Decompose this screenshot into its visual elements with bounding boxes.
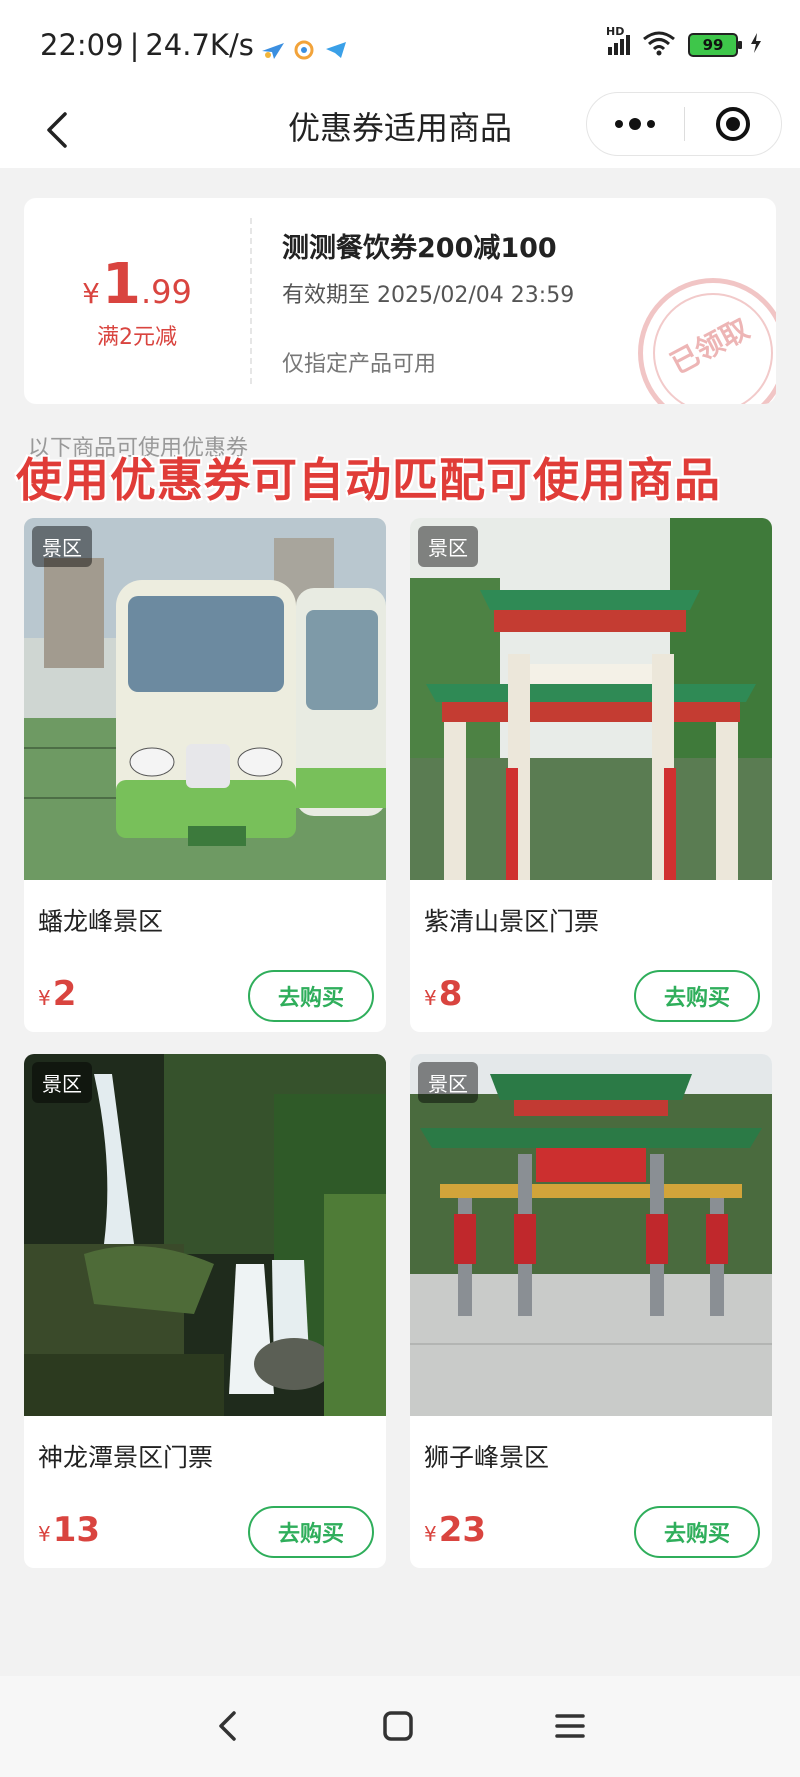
category-tag: 景区 xyxy=(32,526,92,567)
price-currency: ¥ xyxy=(38,986,51,1010)
coupon-amount-int: 1 xyxy=(101,251,141,317)
nav-bar: 优惠券适用商品 xyxy=(0,92,800,168)
product-image: 景区 xyxy=(24,518,386,880)
status-separator: | xyxy=(129,28,140,62)
product-card[interactable]: 景区 狮子峰景区 ¥ 23 去购买 xyxy=(410,1054,772,1568)
status-right: HD 99 xyxy=(606,25,762,60)
charging-icon xyxy=(750,32,762,58)
product-price: ¥ 8 xyxy=(424,974,462,1014)
product-price: ¥ 23 xyxy=(424,1510,486,1550)
product-price: ¥ 13 xyxy=(38,1510,100,1550)
coupon-price: ¥ 1 .99 xyxy=(82,252,192,317)
menu-icon xyxy=(555,1714,585,1738)
price-currency: ¥ xyxy=(38,1522,51,1546)
plane-icon xyxy=(260,34,286,59)
chevron-left-icon xyxy=(219,1711,236,1741)
more-button[interactable] xyxy=(587,93,684,155)
buy-button[interactable]: 去购买 xyxy=(248,970,374,1022)
product-image: 景区 xyxy=(24,1054,386,1416)
price-value: 13 xyxy=(52,1510,101,1550)
buy-button[interactable]: 去购买 xyxy=(634,1506,760,1558)
buy-button[interactable]: 去购买 xyxy=(248,1506,374,1558)
price-value: 2 xyxy=(52,974,77,1014)
coupon-currency: ¥ xyxy=(82,276,100,310)
product-image: 景区 xyxy=(410,518,772,880)
status-time: 22:09 xyxy=(40,28,124,62)
product-name: 狮子峰景区 xyxy=(424,1443,550,1472)
status-bar: 22:09 | 24.7K/s HD 99 xyxy=(0,0,800,92)
status-net-speed: 24.7K/s xyxy=(145,28,254,62)
nav-menu-button[interactable] xyxy=(540,1696,600,1756)
battery-icon: 99 xyxy=(688,33,742,57)
mini-program-capsule xyxy=(586,92,782,156)
square-icon xyxy=(383,1711,413,1741)
coupon-card: ¥ 1 .99 满2元减 测测餐饮券200减100 有效期至 2025/02/0… xyxy=(24,198,776,404)
price-value: 23 xyxy=(438,1510,487,1550)
coupon-condition: 满2元减 xyxy=(97,324,177,350)
buy-button[interactable]: 去购买 xyxy=(634,970,760,1022)
telegram-icon xyxy=(324,34,350,58)
product-image: 景区 xyxy=(410,1054,772,1416)
coupon-name: 测测餐饮券200减100 xyxy=(282,233,557,264)
overlay-caption: 使用优惠券可自动匹配可使用商品 xyxy=(16,453,721,507)
nav-back-button[interactable] xyxy=(198,1696,258,1756)
system-nav-bar xyxy=(0,1676,800,1777)
coupon-scope: 仅指定产品可用 xyxy=(282,352,437,377)
network-label: HD xyxy=(606,25,625,38)
price-currency: ¥ xyxy=(424,986,437,1010)
product-card[interactable]: 景区 紫清山景区门票 ¥ 8 去购买 xyxy=(410,518,772,1032)
nav-home-button[interactable] xyxy=(368,1696,428,1756)
product-name: 紫清山景区门票 xyxy=(424,907,600,936)
price-value: 8 xyxy=(438,974,463,1014)
category-tag: 景区 xyxy=(418,1062,478,1103)
status-left: 22:09 | 24.7K/s xyxy=(40,28,350,62)
coupon-divider xyxy=(250,218,252,384)
more-dots-icon xyxy=(615,118,656,130)
product-card[interactable]: 景区 蟠龙峰景区 ¥ 2 去购买 xyxy=(24,518,386,1032)
category-tag: 景区 xyxy=(418,526,478,567)
coupon-amount-dec: .99 xyxy=(140,272,192,311)
category-tag: 景区 xyxy=(32,1062,92,1103)
close-miniprogram-button[interactable] xyxy=(685,93,782,155)
signal-icon: HD xyxy=(606,25,630,55)
c-circle-icon xyxy=(292,34,318,60)
price-currency: ¥ xyxy=(424,1522,437,1546)
product-name: 蟠龙峰景区 xyxy=(38,907,164,936)
wifi-icon xyxy=(642,30,676,60)
battery-level: 99 xyxy=(702,36,724,54)
target-icon xyxy=(715,107,750,141)
product-card[interactable]: 景区 神龙潭景区门票 ¥ 13 去购买 xyxy=(24,1054,386,1568)
product-name: 神龙潭景区门票 xyxy=(38,1443,214,1472)
product-price: ¥ 2 xyxy=(38,974,76,1014)
coupon-value: ¥ 1 .99 满2元减 xyxy=(24,198,250,404)
